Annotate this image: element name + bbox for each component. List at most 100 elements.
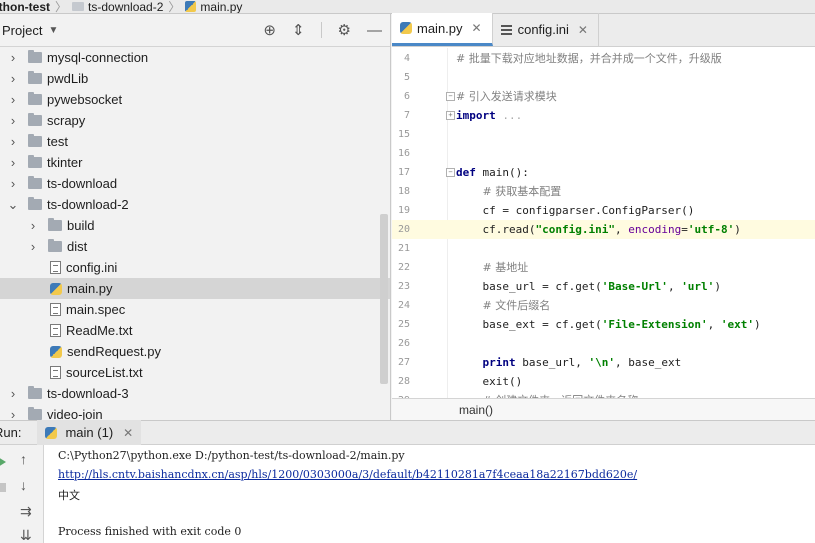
chevron-right-icon[interactable]: ›	[26, 239, 40, 254]
code-area[interactable]: 4 # 批量下载对应地址数据，并合并成一个文件，升级版 5 6 # 引入发送请求模块 7 i…	[392, 48, 815, 398]
code-line[interactable]: 24 # 文件后缀名	[392, 296, 815, 315]
close-icon[interactable]: ✕	[123, 426, 133, 440]
tree-item[interactable]: sourceList.txt	[0, 362, 390, 383]
code-line[interactable]: 29 # 创建文件夹，返回文件夹名称	[392, 391, 815, 398]
chevron-right-icon[interactable]: ›	[6, 155, 20, 170]
collapse-all-icon[interactable]: ⇕	[292, 21, 305, 39]
chevron-right-icon[interactable]: ›	[6, 386, 20, 401]
line-number: 29	[392, 391, 410, 398]
breadcrumb-file[interactable]: main.py	[185, 0, 242, 13]
code-line[interactable]: 20 cf.read("config.ini", encoding='utf-8…	[392, 220, 815, 239]
code-line[interactable]: 22 # 基地址	[392, 258, 815, 277]
tree-item[interactable]: › ts-download	[0, 173, 390, 194]
arrow-up-icon[interactable]: ↑	[20, 451, 27, 467]
close-icon[interactable]: ✕	[472, 21, 482, 35]
tree-item-label: dist	[67, 239, 88, 254]
tree-item-label: mysql-connection	[47, 50, 149, 65]
tree-item[interactable]: config.ini	[0, 257, 390, 278]
code-line[interactable]: 15	[392, 125, 815, 144]
console-line: C:\Python27\python.exe D:/python-test/ts…	[58, 449, 405, 462]
run-side-toolbar: ↑ ↓ ⇉ ⇊	[0, 445, 44, 543]
fold-marker-icon[interactable]: −	[446, 168, 455, 177]
tree-item[interactable]: ReadMe.txt	[0, 320, 390, 341]
code-line[interactable]: 16	[392, 144, 815, 163]
scroll-end-icon[interactable]: ⇊	[20, 527, 32, 543]
folder-icon	[48, 239, 62, 252]
code-line[interactable]: 17 def main():	[392, 163, 815, 182]
tree-item[interactable]: › scrapy	[0, 110, 390, 131]
line-number: 7	[403, 110, 410, 121]
fold-marker-icon[interactable]: +	[446, 111, 455, 120]
code-line[interactable]: 19 cf = configparser.ConfigParser()	[392, 201, 815, 220]
stop-icon[interactable]	[0, 483, 6, 492]
tree-item[interactable]: › build	[0, 215, 390, 236]
python-file-icon	[50, 345, 62, 358]
code-text: base_ext = cf.get('File-Extension', 'ext…	[456, 318, 761, 331]
project-toolbar: Project ▼ ⊕ ⇕ ⚙ —	[0, 14, 390, 47]
tree-item[interactable]: › pwdLib	[0, 68, 390, 89]
chevron-right-icon[interactable]: ›	[6, 50, 20, 65]
code-line[interactable]: 28 exit()	[392, 372, 815, 391]
run-tab[interactable]: main (1) ✕	[37, 420, 142, 445]
locate-icon[interactable]: ⊕	[263, 21, 276, 39]
tree-item-label: pywebsocket	[47, 92, 123, 107]
code-line[interactable]: 4 # 批量下载对应地址数据，并合并成一个文件，升级版	[392, 49, 815, 68]
code-line[interactable]: 5	[392, 68, 815, 87]
code-line[interactable]: 27 print base_url, '\n', base_ext	[392, 353, 815, 372]
arrow-down-icon[interactable]: ↓	[20, 477, 27, 493]
chevron-right-icon[interactable]: ›	[26, 218, 40, 233]
code-line[interactable]: 23 base_url = cf.get('Base-Url', 'url')	[392, 277, 815, 296]
tree-item[interactable]: sendRequest.py	[0, 341, 390, 362]
console-link[interactable]: http://hls.cntv.baishancdnx.cn/asp/hls/1…	[58, 468, 637, 481]
chevron-right-icon[interactable]: ›	[6, 71, 20, 86]
tree-item[interactable]: › test	[0, 131, 390, 152]
tree-item[interactable]: › tkinter	[0, 152, 390, 173]
breadcrumb-folder[interactable]: ts-download-2	[72, 0, 163, 13]
folder-icon	[48, 218, 62, 231]
tree-item[interactable]: main.py	[0, 278, 390, 299]
code-line[interactable]: 21	[392, 239, 815, 258]
soft-wrap-icon[interactable]: ⇉	[20, 503, 32, 520]
scrollbar[interactable]	[380, 214, 388, 384]
line-number: 26	[397, 338, 410, 349]
chevron-right-icon[interactable]: ›	[6, 134, 20, 149]
code-breadcrumb[interactable]: main()	[392, 398, 815, 420]
chevron-right-icon[interactable]: ›	[6, 92, 20, 107]
tree-item-label: scrapy	[47, 113, 86, 128]
line-number: 4	[403, 53, 410, 64]
tab-config-ini[interactable]: config.ini ✕	[493, 13, 599, 46]
chevron-right-icon[interactable]: ›	[6, 176, 20, 191]
line-number: 17	[397, 167, 410, 178]
breadcrumb: ython-test 〉 ts-download-2 〉 main.py	[0, 0, 815, 14]
python-file-icon	[185, 1, 197, 12]
code-text: import ...	[456, 109, 523, 122]
tree-item[interactable]: › ts-download-3	[0, 383, 390, 404]
line-number: 16	[397, 148, 410, 159]
tab-main-py[interactable]: main.py ✕	[392, 13, 493, 46]
chevron-right-icon[interactable]: ›	[6, 113, 20, 128]
tree-item[interactable]: ⌄ ts-download-2	[0, 194, 390, 215]
tree-item[interactable]: › mysql-connection	[0, 47, 390, 68]
python-file-icon	[45, 426, 58, 439]
dropdown-caret-icon[interactable]: ▼	[48, 25, 58, 36]
code-line[interactable]: 18 # 获取基本配置	[392, 182, 815, 201]
fold-marker-icon[interactable]: −	[446, 92, 455, 101]
gear-icon[interactable]: ⚙	[338, 21, 351, 39]
file-icon	[50, 261, 61, 274]
editor-tabs: main.py ✕ config.ini ✕	[392, 13, 815, 47]
tree-item[interactable]: › pywebsocket	[0, 89, 390, 110]
breadcrumb-project[interactable]: ython-test	[0, 0, 50, 13]
folder-icon	[28, 176, 42, 189]
code-text: def main():	[456, 166, 529, 179]
tree-item[interactable]: › dist	[0, 236, 390, 257]
code-line[interactable]: 6 # 引入发送请求模块	[392, 87, 815, 106]
chevron-down-icon[interactable]: ⌄	[6, 197, 20, 213]
tree-item[interactable]: main.spec	[0, 299, 390, 320]
code-line[interactable]: 26	[392, 334, 815, 353]
close-icon[interactable]: ✕	[578, 23, 588, 37]
hide-icon[interactable]: —	[367, 22, 382, 39]
project-view-selector[interactable]: Project	[2, 23, 42, 38]
code-line[interactable]: 25 base_ext = cf.get('File-Extension', '…	[392, 315, 815, 334]
code-line[interactable]: 7 import ...	[392, 106, 815, 125]
rerun-icon[interactable]	[0, 457, 6, 467]
